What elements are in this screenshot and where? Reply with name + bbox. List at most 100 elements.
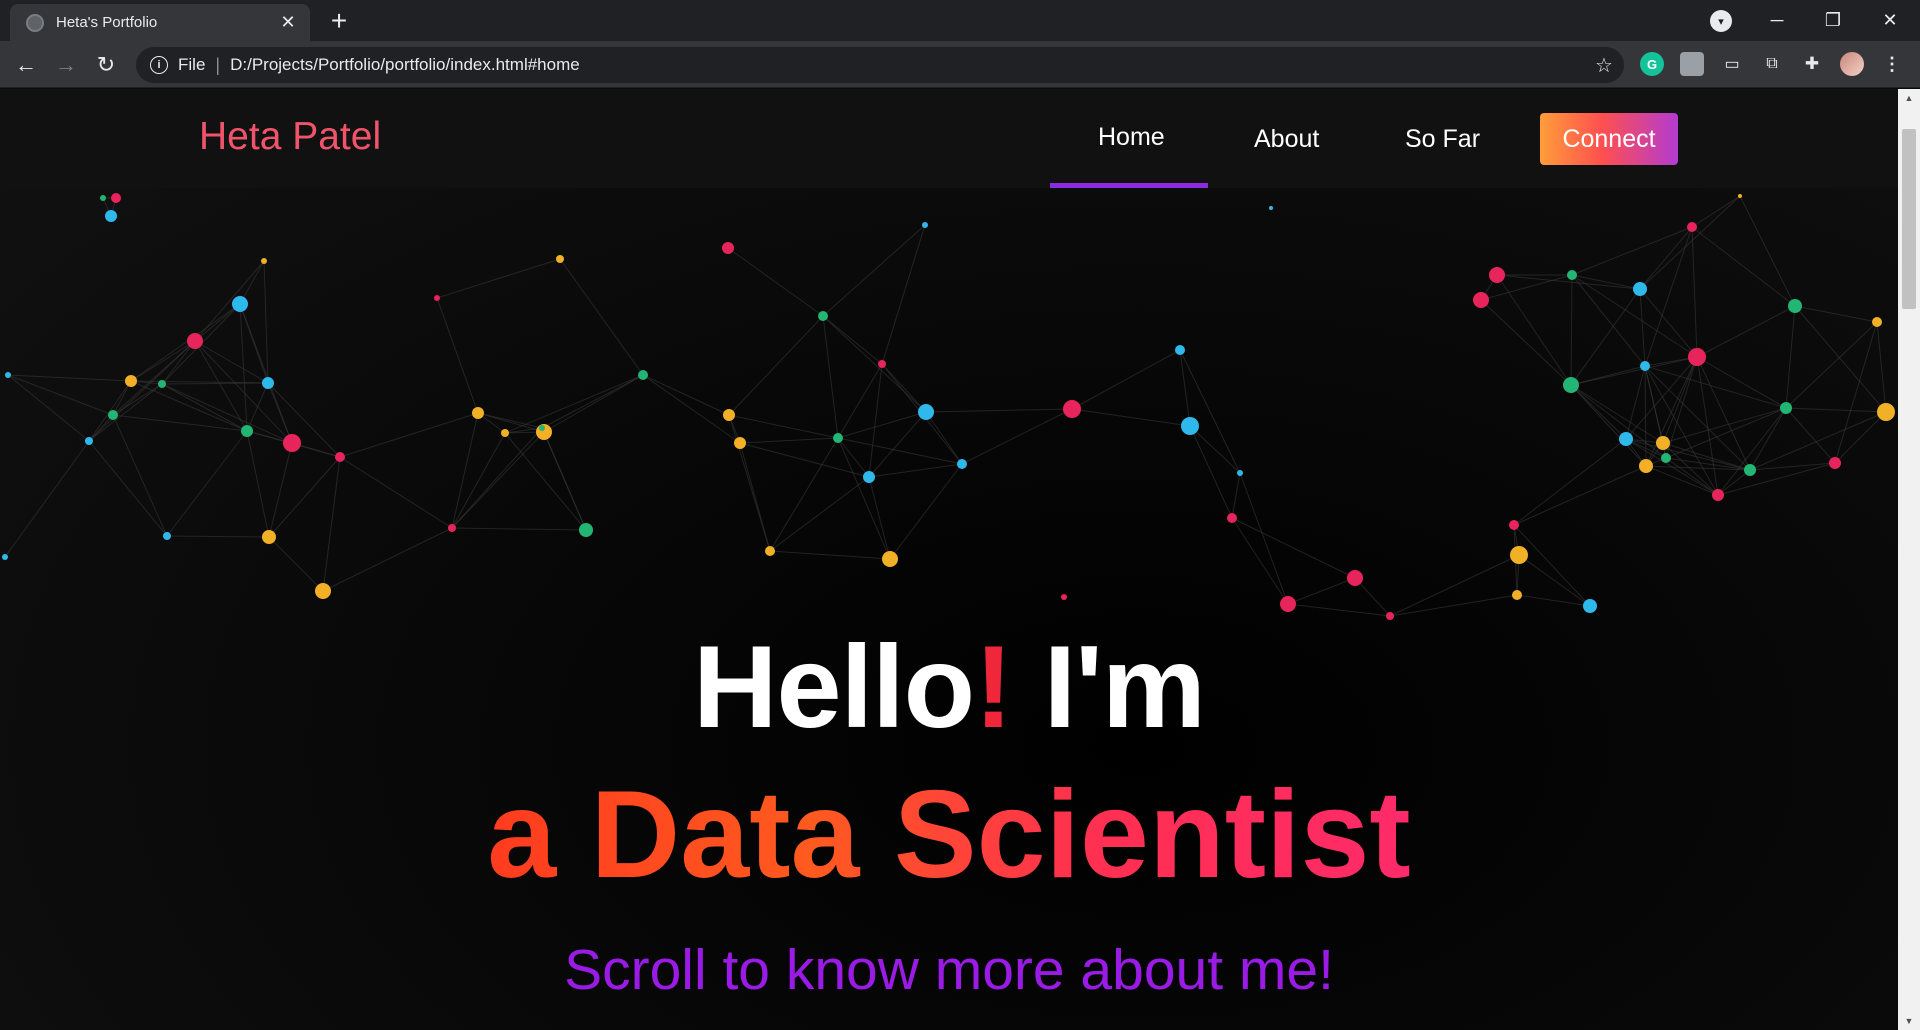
network-link (1518, 554, 1591, 607)
network-link (837, 437, 891, 560)
scroll-thumb[interactable] (1902, 129, 1916, 309)
bookmark-star-icon[interactable]: ☆ (1584, 53, 1624, 78)
network-link (1639, 288, 1646, 367)
network-link (1071, 408, 1191, 427)
brand-logo[interactable]: Heta Patel (199, 115, 381, 159)
network-node (501, 429, 509, 437)
nav-about[interactable]: About (1254, 125, 1319, 154)
network-link (1570, 384, 1627, 440)
network-node (472, 407, 484, 419)
address-bar[interactable]: i File | D:/Projects/Portfolio/portfolio… (136, 47, 1624, 83)
network-node (434, 295, 440, 301)
restore-button[interactable]: ❐ (1805, 0, 1861, 41)
network-link (1691, 226, 1796, 307)
network-link (1189, 425, 1241, 474)
network-link (112, 383, 163, 416)
network-link (1639, 288, 1698, 358)
network-link (1662, 407, 1787, 444)
network-link (112, 414, 168, 537)
network-link (1749, 411, 1887, 471)
network-link (739, 442, 771, 552)
network-link (1287, 577, 1356, 605)
network-node (241, 425, 253, 437)
network-node (579, 523, 593, 537)
scroll-up-arrow-icon[interactable]: ▲ (1898, 89, 1920, 107)
new-tab-button[interactable]: + (324, 6, 354, 36)
network-node (1780, 402, 1792, 414)
network-link (769, 550, 891, 560)
network-link (1662, 442, 1719, 496)
browser-toolbar: ← → ↻ i File | D:/Projects/Portfolio/por… (0, 41, 1920, 88)
network-node (734, 437, 746, 449)
network-link (1749, 407, 1787, 471)
network-link (1389, 554, 1520, 617)
network-link (1876, 321, 1887, 413)
network-node (918, 404, 934, 420)
close-window-button[interactable]: ✕ (1862, 0, 1918, 41)
hero-role-text: a Data Scientist (487, 766, 1411, 904)
connect-button[interactable]: Connect (1540, 113, 1678, 165)
network-link (166, 535, 270, 538)
network-link (1189, 425, 1233, 519)
network-link (822, 315, 839, 439)
nav-so-far[interactable]: So Far (1405, 125, 1480, 154)
minimize-button[interactable]: ─ (1749, 0, 1805, 41)
network-node (163, 532, 171, 540)
network-link (728, 414, 839, 439)
network-link (1785, 305, 1796, 409)
back-arrow-icon[interactable]: ← (10, 49, 42, 81)
tab-title: Heta's Portfolio (56, 14, 158, 31)
close-tab-icon[interactable]: ✕ (278, 12, 298, 33)
scroll-down-arrow-icon[interactable]: ▼ (1898, 1012, 1920, 1030)
network-link (1231, 472, 1241, 519)
page-scrollbar[interactable]: ▲ ▼ (1898, 89, 1920, 1030)
network-link (1639, 226, 1693, 290)
network-node (765, 546, 775, 556)
network-node (957, 459, 967, 469)
reload-icon[interactable]: ↻ (90, 49, 122, 81)
browser-tabstrip: Heta's Portfolio ✕ + ▾ ─ ❐ ✕ (0, 0, 1920, 41)
network-link (1717, 407, 1787, 496)
network-link (1179, 349, 1191, 427)
network-link (268, 536, 324, 592)
grammarly-icon[interactable]: G (1640, 52, 1664, 76)
network-node (1280, 596, 1296, 612)
network-link (1665, 457, 1719, 496)
network-node (261, 258, 267, 264)
network-link (451, 412, 479, 529)
extension-icon[interactable] (1680, 52, 1704, 76)
network-node (1063, 400, 1081, 418)
network-link (161, 383, 248, 432)
url-text[interactable]: D:/Projects/Portfolio/portfolio/index.ht… (230, 55, 1584, 75)
browser-tab[interactable]: Heta's Portfolio ✕ (10, 4, 310, 41)
network-link (925, 411, 963, 465)
network-node (111, 193, 121, 203)
info-icon[interactable]: i (150, 56, 168, 74)
nav-home[interactable]: Home (1098, 123, 1165, 152)
network-link (1287, 603, 1391, 617)
media-icon[interactable]: ▭ (1720, 52, 1744, 76)
profile-avatar[interactable] (1840, 52, 1864, 76)
network-link (727, 247, 824, 317)
network-link (166, 430, 248, 537)
puzzle-icon[interactable]: ✚ (1800, 52, 1824, 76)
tab-search-icon[interactable]: ▾ (1710, 10, 1732, 32)
network-link (7, 374, 90, 442)
network-node (1181, 417, 1199, 435)
network-node (1738, 194, 1742, 198)
network-link (436, 258, 561, 299)
network-link (1071, 349, 1181, 410)
network-node (833, 433, 843, 443)
menu-kebab-icon[interactable]: ⋮ (1880, 52, 1904, 76)
network-node (85, 437, 93, 445)
network-link (739, 437, 839, 444)
forward-arrow-icon[interactable]: → (50, 49, 82, 81)
network-node (863, 471, 875, 483)
picture-in-picture-icon[interactable]: ⧉ (1760, 52, 1784, 76)
network-link (728, 315, 824, 416)
network-link (559, 258, 644, 376)
network-node (262, 377, 274, 389)
active-nav-indicator (1050, 183, 1208, 188)
network-node (1237, 470, 1243, 476)
network-link (1570, 274, 1573, 386)
